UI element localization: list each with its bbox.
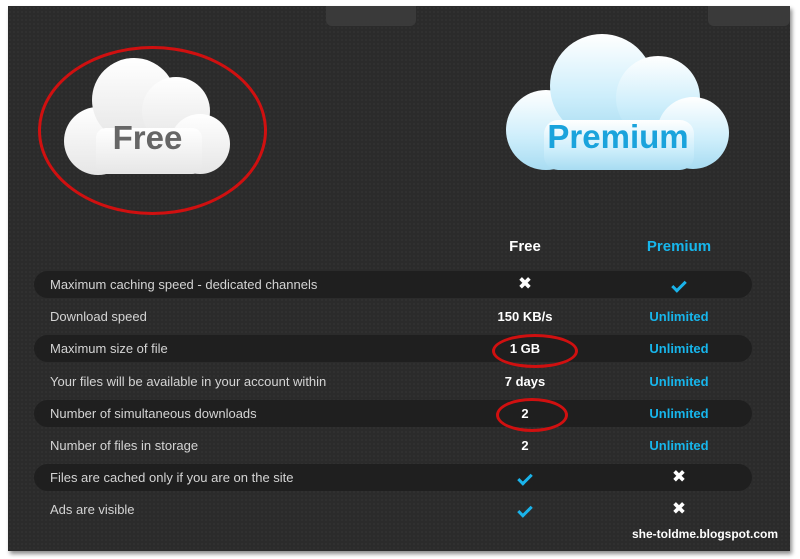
feature-label: Download speed bbox=[50, 309, 147, 325]
premium-value: Unlimited bbox=[649, 341, 709, 357]
check-icon bbox=[517, 502, 533, 519]
pricing-panel: Free Premium Free Premium Maximum cachin… bbox=[8, 6, 790, 551]
premium-value: Unlimited bbox=[649, 438, 709, 453]
table-row: Download speed 150 KB/s Unlimited bbox=[34, 303, 752, 330]
cross-icon: ✖ bbox=[671, 467, 687, 487]
feature-label: Number of simultaneous downloads bbox=[50, 405, 257, 421]
free-value: 7 days bbox=[504, 373, 546, 389]
feature-label: Maximum caching speed - dedicated channe… bbox=[50, 277, 318, 292]
feature-label: Files are cached only if you are on the … bbox=[50, 470, 294, 486]
free-value: 2 bbox=[521, 438, 529, 453]
column-header-premium: Premium bbox=[646, 238, 712, 255]
table-row: Maximum size of file 1 GB Unlimited bbox=[34, 335, 752, 363]
annotation-circle-free bbox=[38, 46, 267, 215]
table-row: Maximum caching speed - dedicated channe… bbox=[34, 271, 752, 298]
feature-label: Maximum size of file bbox=[50, 341, 168, 357]
annotation-circle-file-size bbox=[492, 334, 578, 368]
table-row: Your files will be available in your acc… bbox=[34, 368, 752, 395]
check-icon bbox=[671, 277, 687, 293]
free-cell bbox=[465, 470, 585, 486]
premium-value: Unlimited bbox=[649, 373, 709, 389]
feature-label: Ads are visible bbox=[50, 502, 135, 518]
free-cell: ✖ bbox=[465, 274, 585, 293]
free-value: 150 KB/s bbox=[497, 309, 553, 325]
cross-icon: ✖ bbox=[671, 499, 687, 519]
watermark: she-toldme.blogspot.com bbox=[631, 527, 778, 541]
premium-cloud-label: Premium bbox=[547, 118, 689, 155]
premium-value: Unlimited bbox=[649, 405, 709, 421]
table-row: Number of simultaneous downloads 2 Unlimit… bbox=[34, 399, 752, 427]
premium-cell bbox=[619, 277, 739, 293]
column-header-free: Free bbox=[509, 238, 541, 255]
premium-cell: ✖ bbox=[619, 467, 739, 487]
check-icon bbox=[517, 470, 533, 486]
premium-value: Unlimited bbox=[649, 309, 709, 325]
feature-label: Your files will be available in your acc… bbox=[50, 373, 327, 389]
annotation-circle-downloads bbox=[496, 398, 568, 432]
free-cell bbox=[465, 502, 585, 519]
table-row: Ads are visible ✖ bbox=[34, 496, 752, 523]
top-nav-fragment bbox=[708, 6, 790, 26]
table-row: Number of files in storage 2 Unlimited bbox=[34, 432, 752, 459]
top-nav-fragment bbox=[326, 6, 416, 26]
table-row: Files are cached only if you are on the … bbox=[34, 464, 752, 492]
premium-cell: ✖ bbox=[619, 499, 739, 519]
cross-icon: ✖ bbox=[517, 274, 533, 293]
feature-label: Number of files in storage bbox=[50, 438, 199, 453]
